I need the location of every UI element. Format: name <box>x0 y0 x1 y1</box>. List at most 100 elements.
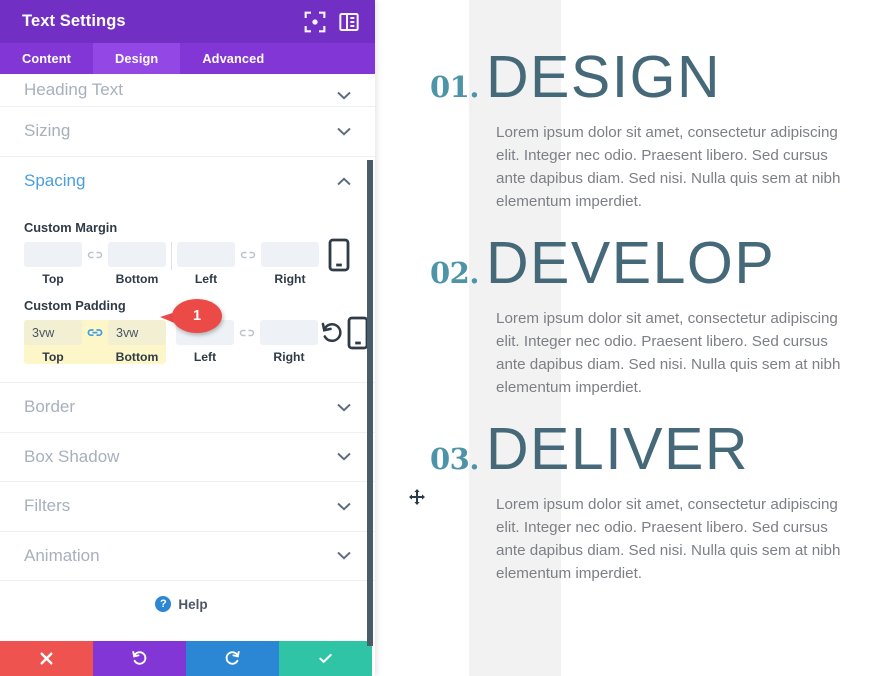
panel-footer <box>0 641 372 676</box>
preview-block-1[interactable]: 01. DESIGN Lorem ipsum dolor sit amet, c… <box>430 48 870 213</box>
margin-responsive-icon[interactable] <box>327 238 351 272</box>
chevron-down-icon <box>337 502 351 511</box>
chevron-down-icon <box>337 91 351 100</box>
preview-body-3: Lorem ipsum dolor sit amet, consectetur … <box>496 496 841 583</box>
help-label: Help <box>178 596 208 612</box>
section-filters[interactable]: Filters <box>0 482 375 532</box>
section-border[interactable]: Border <box>0 383 375 433</box>
panel-tabs: Content Design Advanced <box>0 43 375 74</box>
redo-icon <box>225 651 240 665</box>
margin-top-caption: Top <box>42 272 64 286</box>
chevron-down-icon <box>337 452 351 461</box>
padding-bottom-field: Bottom <box>108 320 166 364</box>
chevron-down-icon <box>337 403 351 412</box>
preview-title-3: DELIVER <box>485 416 749 482</box>
panel-title: Text Settings <box>22 12 126 30</box>
preview-number-1: 01. <box>430 70 479 104</box>
margin-left-input[interactable] <box>177 242 235 267</box>
section-heading-text[interactable]: Heading Text <box>0 74 375 107</box>
panel-header: Text Settings <box>0 0 375 43</box>
tab-advanced[interactable]: Advanced <box>180 43 286 74</box>
section-filters-label: Filters <box>24 496 71 516</box>
help-area: ? Help <box>0 585 363 641</box>
padding-actions <box>318 316 370 350</box>
padding-reset-icon[interactable] <box>320 322 344 344</box>
redo-button[interactable] <box>186 641 279 676</box>
chevron-down-icon <box>337 551 351 560</box>
cancel-button[interactable] <box>0 641 93 676</box>
preview-body-1: Lorem ipsum dolor sit amet, consectetur … <box>496 124 841 211</box>
section-spacing[interactable]: Spacing <box>0 157 375 207</box>
padding-top-caption: Top <box>42 350 64 364</box>
margin-right-field: Right <box>261 242 319 286</box>
spacing-body: Custom Margin Top Bottom Left Right Cust… <box>0 206 375 383</box>
padding-top-input[interactable] <box>24 320 82 345</box>
padding-top-bottom-group: Top Bottom <box>24 320 166 364</box>
margin-top-field: Top <box>24 242 82 286</box>
section-sizing[interactable]: Sizing <box>0 107 375 157</box>
margin-left-right-group: Left Right <box>177 242 319 286</box>
layout-toggle-icon[interactable] <box>337 10 361 34</box>
question-mark-icon: ? <box>155 596 172 612</box>
section-box-shadow[interactable]: Box Shadow <box>0 433 375 482</box>
margin-right-caption: Right <box>274 272 306 286</box>
tab-content[interactable]: Content <box>0 43 93 74</box>
move-cursor-icon[interactable] <box>409 489 425 505</box>
text-settings-panel: Text Settings Content Design Advanced He… <box>0 0 375 676</box>
tab-design[interactable]: Design <box>93 43 181 74</box>
preview-heading-2: 02. DEVELOP <box>430 234 870 293</box>
padding-right-caption: Right <box>273 350 305 364</box>
section-heading-text-label: Heading Text <box>24 80 123 99</box>
custom-padding-label: Custom Padding <box>24 298 126 313</box>
padding-bottom-input[interactable] <box>108 320 166 345</box>
chevron-up-icon <box>337 177 351 186</box>
margin-bottom-input[interactable] <box>108 242 166 267</box>
chevron-down-icon <box>337 127 351 136</box>
preview-heading-1: 01. DESIGN <box>430 48 870 107</box>
preview-title-2: DEVELOP <box>485 230 776 296</box>
help-button[interactable]: ? Help <box>155 596 208 612</box>
preview-block-2[interactable]: 02. DEVELOP Lorem ipsum dolor sit amet, … <box>430 234 870 399</box>
margin-right-input[interactable] <box>261 242 319 267</box>
preview-block-3[interactable]: 03. DELIVER Lorem ipsum dolor sit amet, … <box>430 420 870 585</box>
section-border-label: Border <box>24 397 76 417</box>
padding-top-field: Top <box>24 320 82 364</box>
preview-number-2: 02. <box>430 256 479 290</box>
margin-bottom-field: Bottom <box>108 242 166 286</box>
section-box-shadow-label: Box Shadow <box>24 446 120 466</box>
padding-link-top-bottom-icon[interactable] <box>82 320 108 345</box>
section-animation-label: Animation <box>24 545 100 565</box>
padding-left-right-group: Left Right <box>176 320 318 364</box>
margin-link-top-bottom-icon[interactable] <box>82 242 108 267</box>
margin-divider <box>171 242 172 270</box>
padding-right-field: Right <box>260 320 318 364</box>
preview-title-1: DESIGN <box>485 44 722 110</box>
close-icon <box>40 652 53 665</box>
margin-left-caption: Left <box>194 272 218 286</box>
undo-icon <box>132 651 147 665</box>
undo-button[interactable] <box>93 641 186 676</box>
margin-top-bottom-group: Top Bottom <box>24 242 166 286</box>
panel-scrollbar-thumb[interactable] <box>367 160 373 646</box>
margin-link-left-right-icon[interactable] <box>235 242 261 267</box>
focus-icon[interactable] <box>303 10 327 34</box>
margin-top-input[interactable] <box>24 242 82 267</box>
padding-bottom-caption: Bottom <box>115 350 159 364</box>
padding-link-left-right-icon[interactable] <box>234 320 260 345</box>
preview-heading-3: 03. DELIVER <box>430 420 870 479</box>
padding-left-input[interactable] <box>176 320 234 345</box>
custom-margin-row: Top Bottom Left Right <box>24 238 351 286</box>
padding-left-caption: Left <box>193 350 217 364</box>
check-icon <box>319 653 332 663</box>
save-button[interactable] <box>279 641 372 676</box>
custom-margin-label: Custom Margin <box>24 220 118 235</box>
margin-actions <box>325 238 351 272</box>
padding-left-field: Left <box>176 320 234 364</box>
panel-scroll-area: Heading Text Sizing Spacing Custom Margi… <box>0 74 375 641</box>
margin-left-field: Left <box>177 242 235 286</box>
section-animation[interactable]: Animation <box>0 532 375 581</box>
padding-right-input[interactable] <box>260 320 318 345</box>
preview-number-3: 03. <box>430 442 479 476</box>
preview-body-2: Lorem ipsum dolor sit amet, consectetur … <box>496 310 841 397</box>
section-sizing-label: Sizing <box>24 121 71 141</box>
